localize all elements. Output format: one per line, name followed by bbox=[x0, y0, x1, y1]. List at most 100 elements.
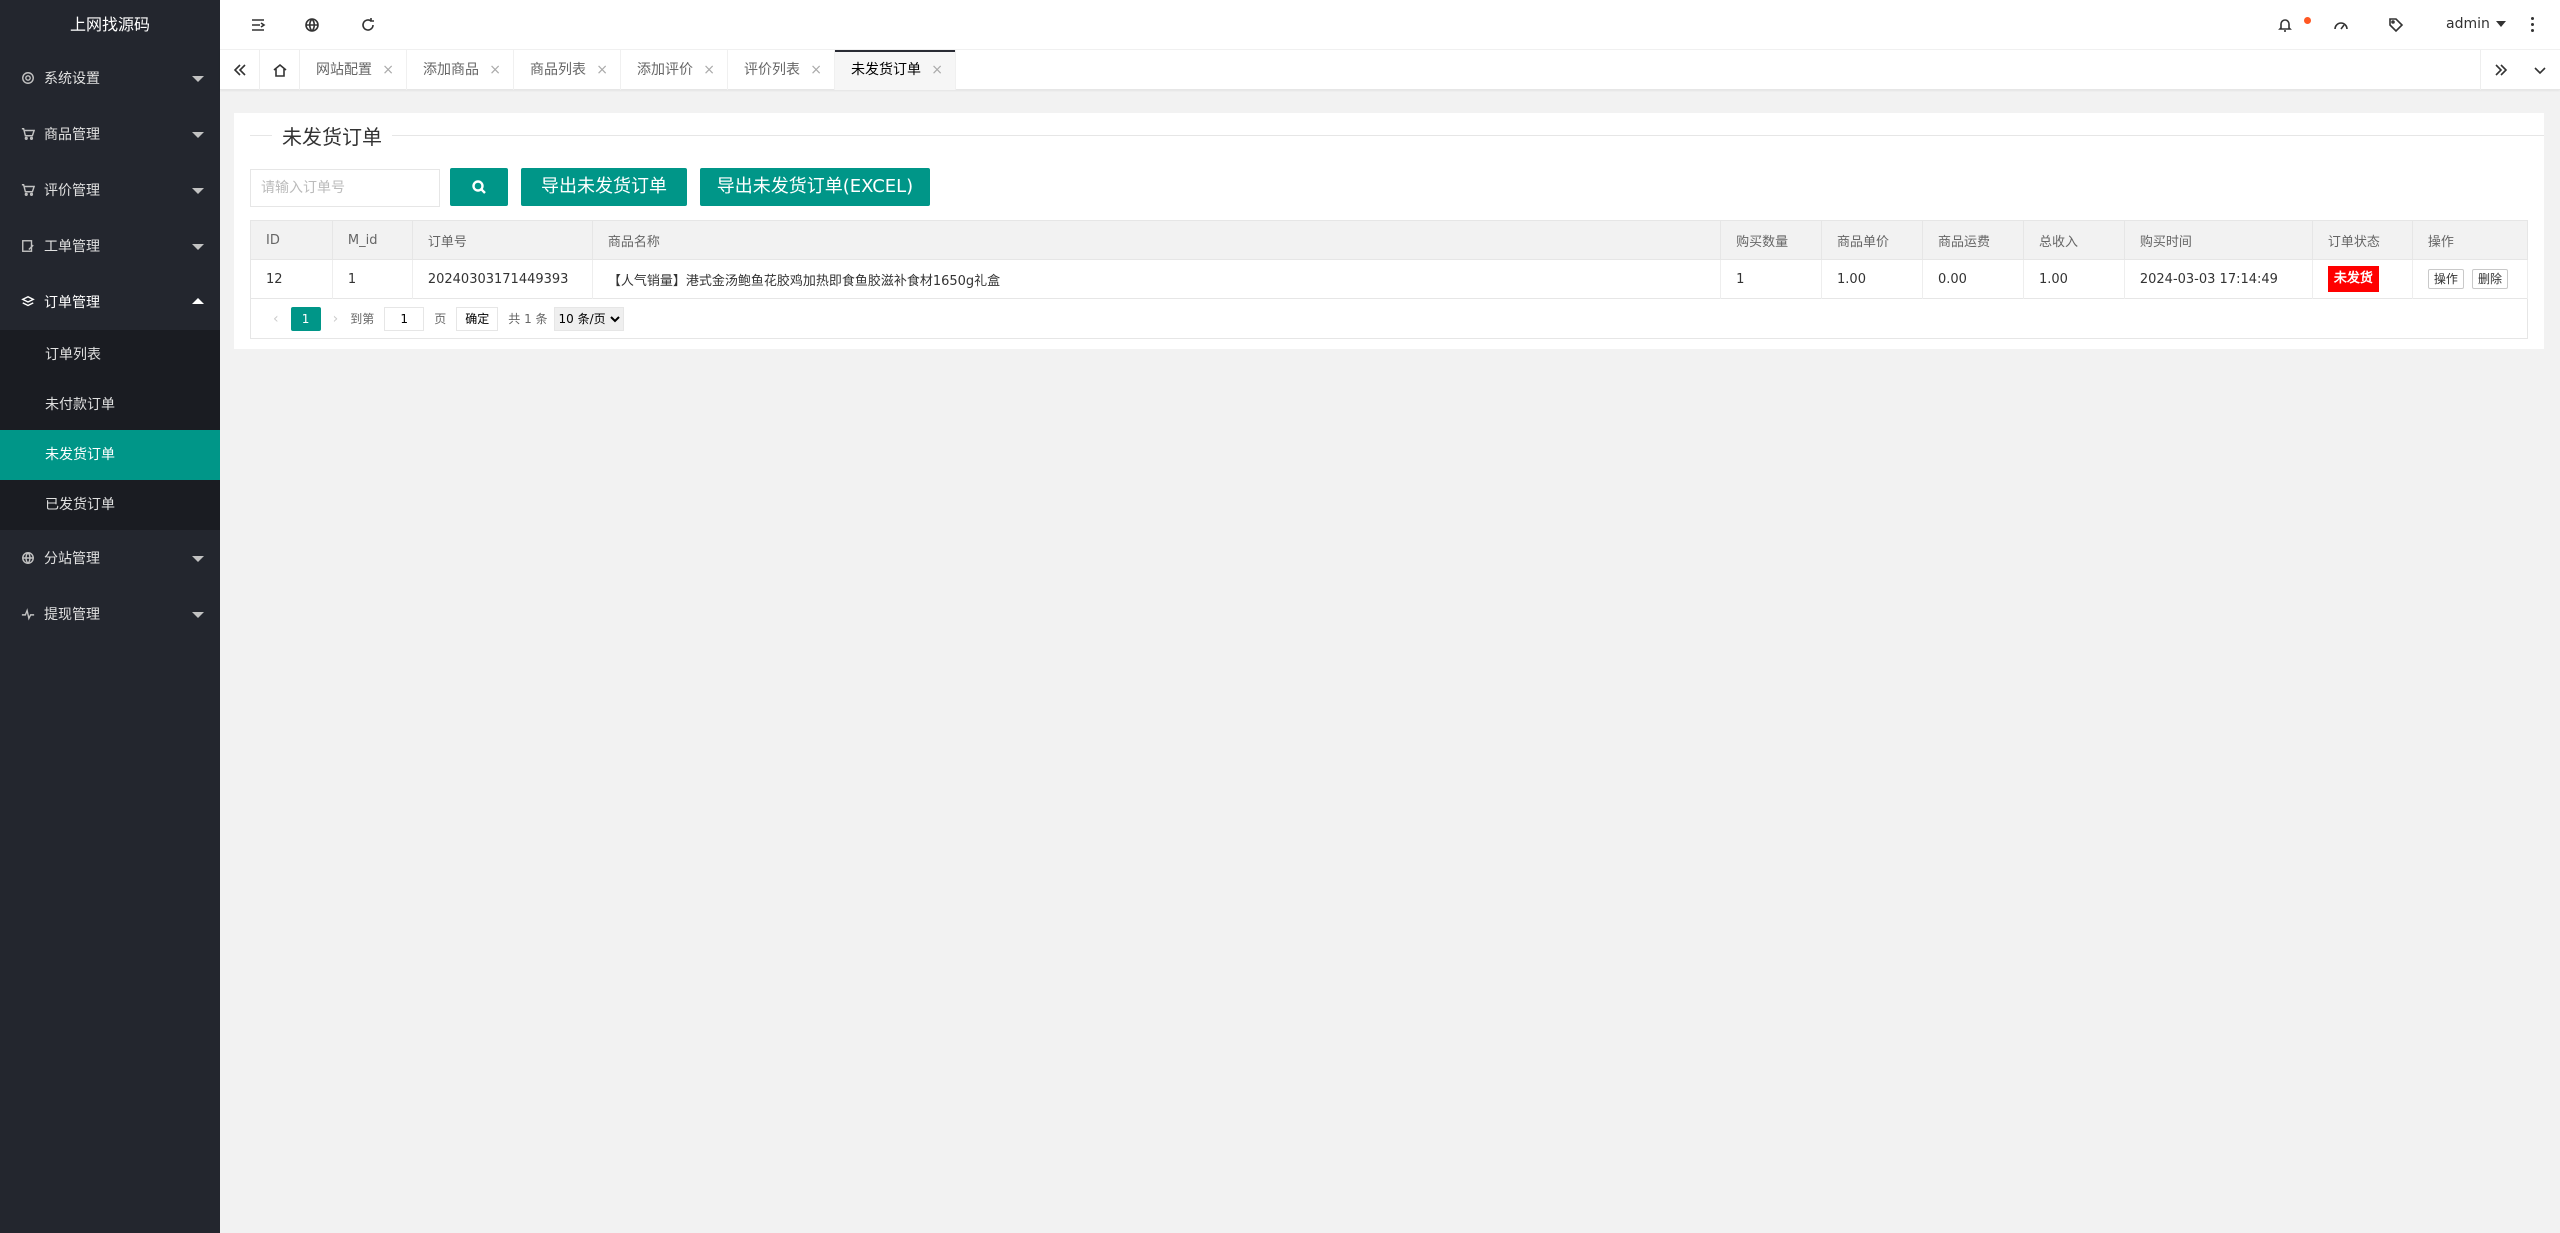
bell-icon[interactable] bbox=[2275, 15, 2295, 35]
gear-icon bbox=[20, 70, 36, 86]
edit-icon bbox=[20, 238, 36, 254]
current-page[interactable]: 1 bbox=[290, 306, 321, 331]
column-header: 购买时间 bbox=[2124, 220, 2313, 260]
tabs-scroll-right-icon[interactable] bbox=[2480, 50, 2520, 90]
fieldset-title: 未发货订单 bbox=[234, 113, 2544, 155]
orders-submenu: 订单列表 未付款订单 未发货订单 已发货订单 bbox=[0, 330, 220, 530]
page-title: 未发货订单 bbox=[272, 121, 392, 150]
cell-actions: 操作 删除 bbox=[2412, 259, 2529, 299]
pulse-icon bbox=[20, 606, 36, 622]
search-icon bbox=[472, 180, 486, 194]
sidebar-item-label: 评价管理 bbox=[44, 183, 100, 199]
order-number-search-input[interactable] bbox=[250, 169, 440, 207]
page-unit: 页 bbox=[434, 312, 447, 326]
chevron-down-icon bbox=[192, 132, 204, 138]
goto-page-input[interactable] bbox=[384, 306, 425, 331]
sidebar-item-orders[interactable]: 订单管理 bbox=[0, 274, 220, 330]
column-header: 商品单价 bbox=[1821, 220, 1923, 260]
tabs-menu-chevron-down-icon[interactable] bbox=[2520, 50, 2560, 90]
chevron-down-icon bbox=[192, 612, 204, 618]
delete-button[interactable]: 删除 bbox=[2471, 269, 2508, 289]
subnav-shipped-orders[interactable]: 已发货订单 bbox=[0, 480, 220, 530]
tab-review-list[interactable]: 评价列表 × bbox=[728, 50, 835, 90]
subnav-unshipped-orders[interactable]: 未发货订单 bbox=[0, 430, 220, 480]
subnav-order-list[interactable]: 订单列表 bbox=[0, 330, 220, 380]
sidebar-item-products[interactable]: 商品管理 bbox=[0, 106, 220, 162]
globe-icon bbox=[20, 550, 36, 566]
close-icon[interactable]: × bbox=[703, 50, 715, 90]
sidebar-item-withdrawals[interactable]: 提现管理 bbox=[0, 586, 220, 642]
sidebar-item-label: 商品管理 bbox=[44, 127, 100, 143]
sidebar-item-substations[interactable]: 分站管理 bbox=[0, 530, 220, 586]
refresh-icon[interactable] bbox=[358, 15, 378, 35]
search-button[interactable] bbox=[450, 168, 508, 206]
subnav-unpaid-orders[interactable]: 未付款订单 bbox=[0, 380, 220, 430]
close-icon[interactable]: × bbox=[382, 50, 394, 90]
operate-button[interactable]: 操作 bbox=[2427, 269, 2464, 289]
close-icon[interactable]: × bbox=[931, 50, 943, 90]
goto-label: 到第 bbox=[350, 312, 375, 326]
sidebar-item-label: 分站管理 bbox=[44, 551, 100, 567]
prev-page-icon[interactable]: ‹ bbox=[261, 311, 291, 327]
chevron-down-icon bbox=[192, 556, 204, 562]
tab-add-product[interactable]: 添加商品 × bbox=[407, 50, 514, 90]
column-header: M_id bbox=[332, 220, 413, 260]
tab-unshipped-orders[interactable]: 未发货订单 × bbox=[835, 50, 956, 90]
cell-mid: 1 bbox=[332, 259, 413, 299]
per-page-select[interactable]: 10 条/页 bbox=[553, 306, 624, 331]
sidebar-item-label: 系统设置 bbox=[44, 71, 100, 87]
tab-add-review[interactable]: 添加评价 × bbox=[621, 50, 728, 90]
tab-label: 商品列表 bbox=[530, 62, 586, 78]
sidebar-item-system-settings[interactable]: 系统设置 bbox=[0, 50, 220, 106]
home-icon[interactable] bbox=[260, 50, 300, 90]
sidebar-item-label: 工单管理 bbox=[44, 239, 100, 255]
status-badge: 未发货 bbox=[2327, 266, 2379, 292]
chevron-up-icon bbox=[192, 298, 204, 304]
column-header: 订单状态 bbox=[2312, 220, 2413, 260]
chevron-down-icon bbox=[192, 188, 204, 194]
close-icon[interactable]: × bbox=[810, 50, 822, 90]
tab-label: 未发货订单 bbox=[851, 62, 921, 78]
close-icon[interactable]: × bbox=[596, 50, 608, 90]
tab-site-config[interactable]: 网站配置 × bbox=[300, 50, 407, 90]
divider bbox=[250, 135, 2544, 136]
export-unshipped-button[interactable]: 导出未发货订单 bbox=[521, 168, 687, 206]
tab-label: 添加商品 bbox=[423, 62, 479, 78]
tabs-scroll-left-icon[interactable] bbox=[220, 50, 260, 90]
tab-label: 评价列表 bbox=[744, 62, 800, 78]
column-header: ID bbox=[250, 220, 333, 260]
column-header: 总收入 bbox=[2023, 220, 2125, 260]
tab-product-list[interactable]: 商品列表 × bbox=[514, 50, 621, 90]
main-panel: 未发货订单 导出未发货订单 导出未发货订单(EXCEL) ID M_id 订单号… bbox=[234, 113, 2544, 349]
dashboard-icon[interactable] bbox=[2331, 15, 2351, 35]
cell-total: 1.00 bbox=[2023, 259, 2125, 299]
goto-confirm-button[interactable]: 确定 bbox=[456, 306, 499, 331]
column-header: 订单号 bbox=[412, 220, 593, 260]
next-page-icon[interactable]: › bbox=[321, 311, 351, 327]
sidebar-item-label: 订单管理 bbox=[44, 295, 100, 311]
globe-icon[interactable] bbox=[302, 15, 322, 35]
notification-dot bbox=[2304, 17, 2311, 24]
menu-toggle-icon[interactable] bbox=[248, 15, 268, 35]
column-header: 商品名称 bbox=[592, 220, 1722, 260]
export-unshipped-excel-button[interactable]: 导出未发货订单(EXCEL) bbox=[700, 168, 930, 206]
table-row: 12 1 20240303171449393 【人气销量】港式金汤鲍鱼花胶鸡加热… bbox=[250, 259, 2529, 299]
cart-icon bbox=[20, 126, 36, 142]
tag-icon[interactable] bbox=[2386, 15, 2406, 35]
total-count: 共 1 条 bbox=[508, 312, 548, 326]
more-vertical-icon[interactable] bbox=[2524, 14, 2540, 34]
sidebar-item-tickets[interactable]: 工单管理 bbox=[0, 218, 220, 274]
username: admin bbox=[2446, 16, 2490, 32]
cell-order-no: 20240303171449393 bbox=[412, 259, 593, 299]
sidebar: 上网找源码 系统设置 商品管理 评价管理 工单管理 订单管理 订单列表 未付款订… bbox=[0, 0, 220, 1233]
sidebar-item-reviews[interactable]: 评价管理 bbox=[0, 162, 220, 218]
table-header-row: ID M_id 订单号 商品名称 购买数量 商品单价 商品运费 总收入 购买时间… bbox=[250, 220, 2529, 260]
user-menu[interactable]: admin bbox=[2446, 16, 2506, 32]
cart-icon bbox=[20, 182, 36, 198]
tab-list: 网站配置 × 添加商品 × 商品列表 × 添加评价 × 评价列表 × 未发货订单 × bbox=[300, 50, 956, 90]
cell-price: 1.00 bbox=[1821, 259, 1923, 299]
chevron-down-icon bbox=[192, 244, 204, 250]
pagination: ‹ 1 › 到第 页 确定 共 1 条 10 条/页 bbox=[250, 299, 2528, 339]
chevron-down-icon bbox=[2495, 21, 2506, 27]
close-icon[interactable]: × bbox=[489, 50, 501, 90]
